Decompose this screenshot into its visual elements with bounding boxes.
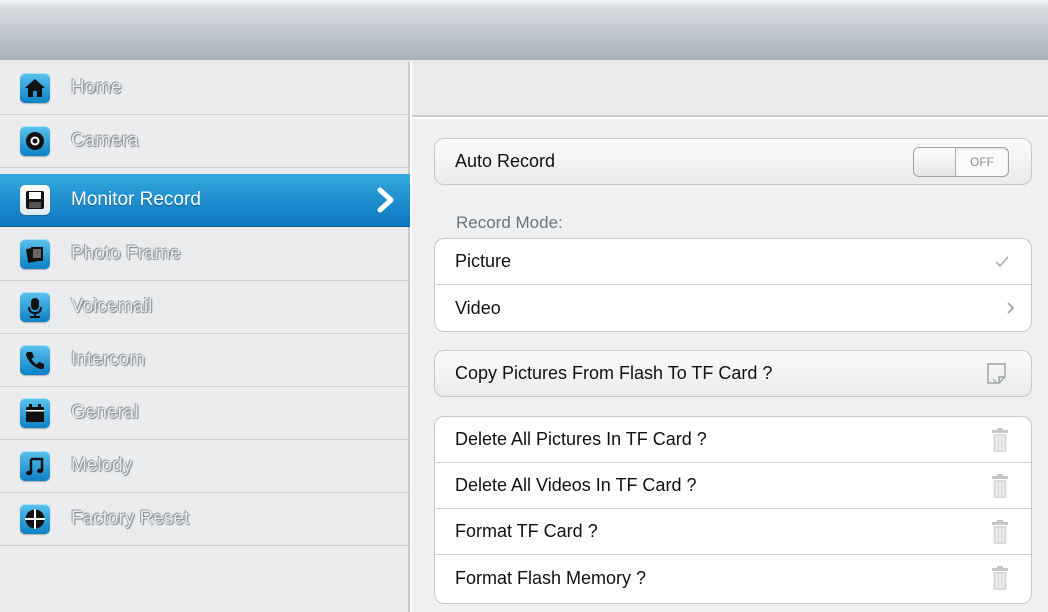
- trash-icon: [991, 555, 1009, 601]
- action-label: Delete All Pictures In TF Card ?: [455, 429, 707, 449]
- record-mode-label: Record Mode:: [456, 213, 563, 232]
- record-mode-option-video[interactable]: Video: [435, 285, 1031, 331]
- settings-panel: Auto Record OFF Record Mode: Picture Vid…: [412, 119, 1048, 612]
- microphone-icon: [20, 292, 50, 322]
- delete-pictures-row[interactable]: Delete All Pictures In TF Card ?: [435, 417, 1031, 463]
- trash-icon: [991, 417, 1009, 462]
- record-mode-group: Picture Video: [434, 238, 1032, 332]
- sidebar-item-voicemail[interactable]: Voicemail: [0, 281, 410, 334]
- record-mode-option-picture[interactable]: Picture: [435, 239, 1031, 285]
- format-flash-memory-row[interactable]: Format Flash Memory ?: [435, 555, 1031, 601]
- toggle-knob: [914, 147, 956, 176]
- delete-videos-row[interactable]: Delete All Videos In TF Card ?: [435, 463, 1031, 509]
- sidebar-item-label: General: [71, 402, 139, 423]
- chevron-right-icon: [377, 187, 394, 213]
- sidebar-item-intercom[interactable]: Intercom: [0, 334, 410, 387]
- phone-icon: [20, 345, 50, 375]
- sidebar-item-label: Camera: [71, 130, 139, 151]
- sidebar-item-camera[interactable]: Camera: [0, 115, 410, 168]
- chevron-right-icon: [1007, 285, 1015, 331]
- sidebar-item-label: Photo Frame: [71, 243, 181, 264]
- sidebar-item-factory-reset[interactable]: Factory Reset: [0, 493, 410, 546]
- checkmark-icon: [995, 239, 1009, 284]
- copy-document-icon: [985, 351, 1009, 396]
- reset-icon: [20, 504, 50, 534]
- floppy-disk-icon: [20, 185, 50, 215]
- sidebar-item-label: Melody: [71, 455, 133, 476]
- top-bar: [0, 0, 1048, 62]
- sidebar-item-melody[interactable]: Melody: [0, 440, 410, 493]
- sidebar-item-label: Factory Reset: [71, 508, 190, 529]
- option-label: Picture: [455, 251, 512, 271]
- copy-pictures-row[interactable]: Copy Pictures From Flash To TF Card ?: [435, 351, 1031, 396]
- sidebar-item-photo-frame[interactable]: Photo Frame: [0, 228, 410, 281]
- action-label: Format Flash Memory ?: [455, 567, 647, 588]
- sidebar-item-home[interactable]: Home: [0, 62, 410, 115]
- auto-record-group: Auto Record OFF: [434, 138, 1032, 185]
- toggle-state-label: OFF: [970, 154, 994, 169]
- sidebar-item-monitor-record[interactable]: Monitor Record: [0, 174, 410, 227]
- sidebar-item-label: Intercom: [71, 349, 145, 370]
- calendar-icon: [20, 398, 50, 428]
- photo-frame-icon: [20, 239, 50, 269]
- music-note-icon: [20, 451, 50, 481]
- sidebar-item-general[interactable]: General: [0, 387, 410, 440]
- action-label: Delete All Videos In TF Card ?: [455, 475, 697, 495]
- sidebar-item-label: Voicemail: [71, 296, 153, 317]
- trash-icon: [991, 463, 1009, 508]
- home-icon: [20, 73, 50, 103]
- copy-pictures-label: Copy Pictures From Flash To TF Card ?: [455, 363, 773, 383]
- format-tf-card-row[interactable]: Format TF Card ?: [435, 509, 1031, 555]
- camera-icon: [20, 126, 50, 156]
- auto-record-label: Auto Record: [455, 151, 556, 171]
- option-label: Video: [455, 297, 501, 318]
- content-header: [412, 62, 1048, 117]
- action-label: Format TF Card ?: [455, 521, 598, 541]
- tf-card-actions-group: Delete All Pictures In TF Card ? Delete …: [434, 416, 1032, 604]
- sidebar: Home Camera Monitor Record Photo Frame V…: [0, 62, 410, 612]
- sidebar-item-label: Monitor Record: [71, 189, 201, 210]
- trash-icon: [991, 509, 1009, 554]
- sidebar-item-label: Home: [71, 77, 122, 98]
- auto-record-toggle[interactable]: OFF: [913, 146, 1009, 177]
- copy-pictures-group: Copy Pictures From Flash To TF Card ?: [434, 350, 1032, 397]
- auto-record-row: Auto Record OFF: [435, 139, 1031, 184]
